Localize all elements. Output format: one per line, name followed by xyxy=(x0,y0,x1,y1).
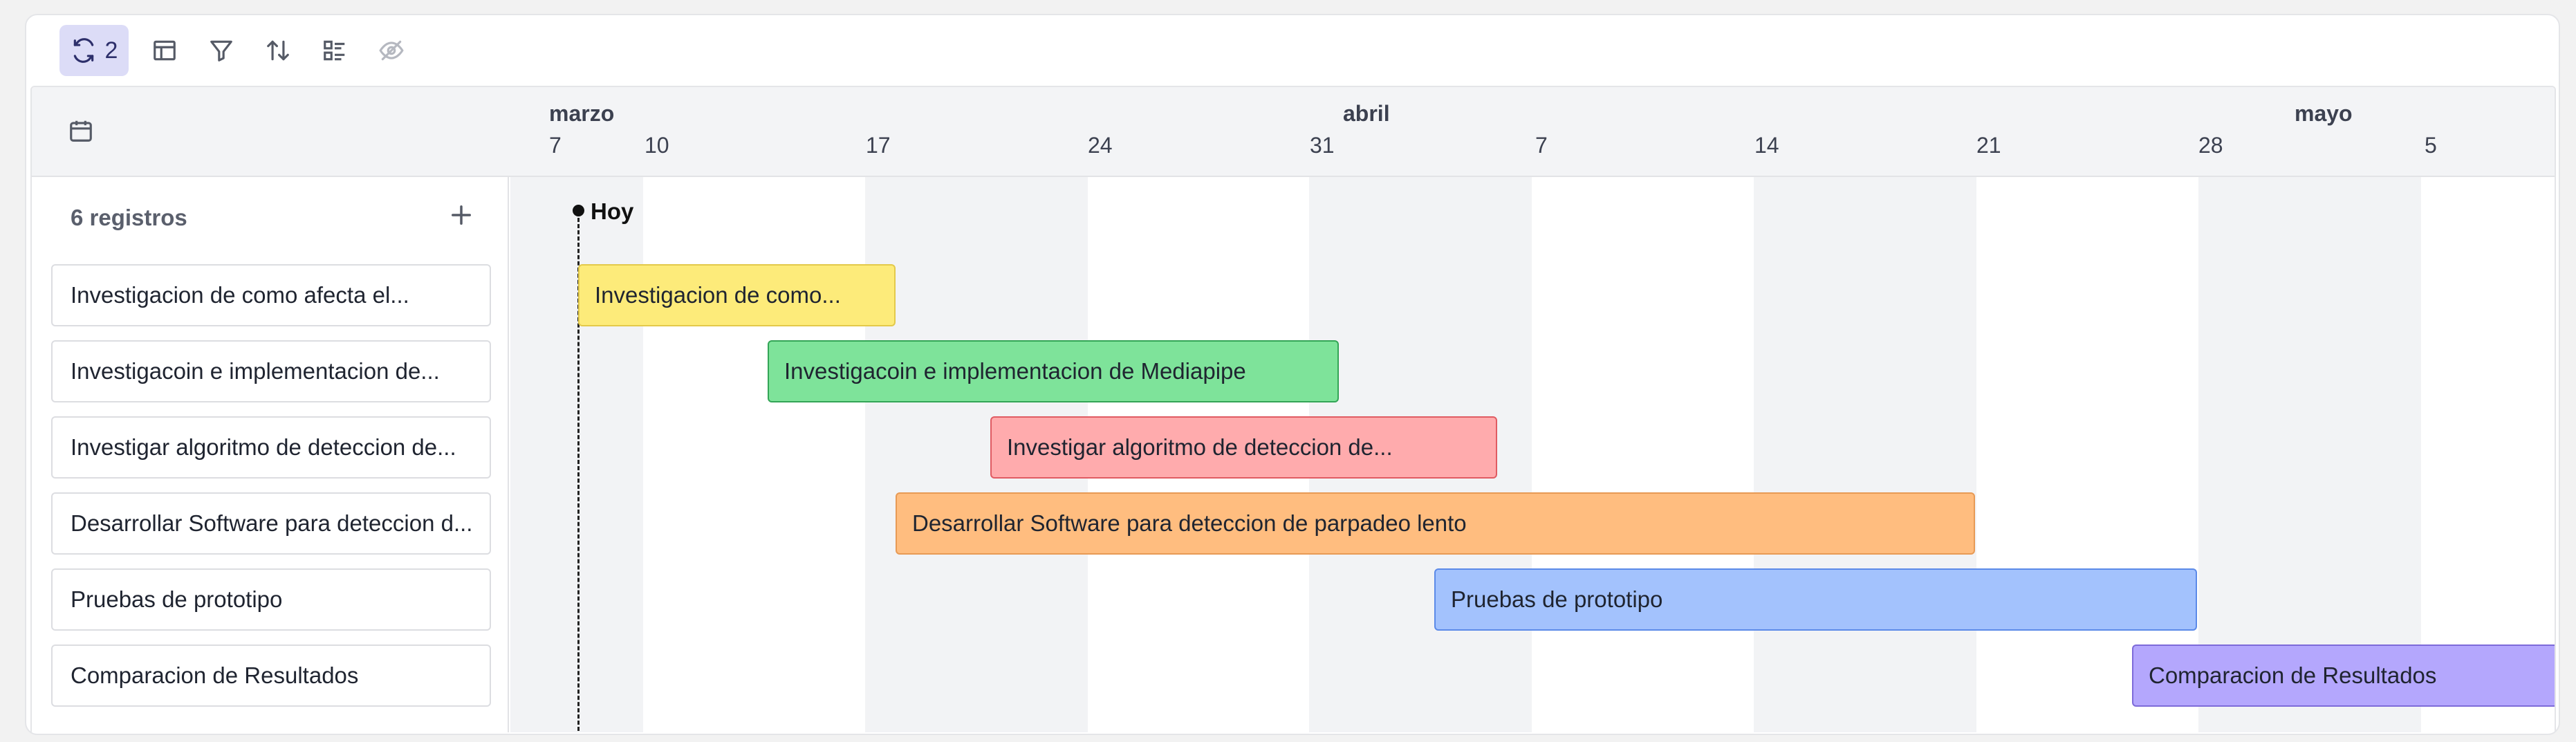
day-label: 7 xyxy=(1535,133,1548,158)
sync-button[interactable]: 2 xyxy=(59,25,129,76)
add-record-icon[interactable] xyxy=(447,201,476,230)
layout-button[interactable] xyxy=(142,25,187,76)
month-label: mayo xyxy=(2295,101,2353,126)
task-bar[interactable]: Investigacion de como... xyxy=(578,264,896,326)
day-label: 31 xyxy=(1310,133,1335,158)
day-label: 28 xyxy=(2198,133,2223,158)
day-label: 5 xyxy=(2425,133,2437,158)
filter-button[interactable] xyxy=(199,25,243,76)
today-label: Hoy xyxy=(591,198,634,224)
layout-icon xyxy=(154,40,176,61)
day-label: 7 xyxy=(549,133,562,158)
month-label: marzo xyxy=(549,101,615,126)
day-label: 17 xyxy=(866,133,891,158)
fields-icon xyxy=(324,40,345,61)
week-stripe xyxy=(510,177,643,732)
task-bar[interactable]: Comparacion de Resultados xyxy=(2132,644,2555,707)
record-count: 6 registros xyxy=(71,205,187,230)
record-row[interactable]: Desarrollar Software para deteccion d... xyxy=(51,492,491,555)
calendar-icon[interactable] xyxy=(68,118,94,144)
record-row[interactable]: Comparacion de Resultados xyxy=(51,644,491,707)
day-label: 21 xyxy=(1976,133,2001,158)
sync-count: 2 xyxy=(104,37,118,64)
toolbar: 2 xyxy=(26,15,2559,86)
gantt-view-card: 2 marzo abril mayo 7 10 17 24 31 7 14 21… xyxy=(25,14,2560,735)
record-row[interactable]: Investigacion de como afecta el... xyxy=(51,264,491,326)
month-label: abril xyxy=(1343,101,1390,126)
task-bar[interactable]: Investigar algoritmo de deteccion de... xyxy=(990,416,1497,479)
task-bar[interactable]: Investigacoin e implementacion de Mediap… xyxy=(768,340,1339,402)
records-panel: 6 registros Investigacion de como afecta… xyxy=(32,177,509,732)
day-label: 14 xyxy=(1754,133,1779,158)
day-label: 24 xyxy=(1088,133,1113,158)
sort-icon xyxy=(267,40,289,61)
sync-icon xyxy=(73,38,93,63)
today-marker-dot xyxy=(573,205,584,216)
filter-icon xyxy=(210,40,232,62)
gantt-chart: marzo abril mayo 7 10 17 24 31 7 14 21 2… xyxy=(30,86,2556,732)
task-bar[interactable]: Pruebas de prototipo xyxy=(1434,568,2197,631)
timeline-body: Hoy Investigacion de como... Investigaco… xyxy=(510,177,2555,732)
hide-fields-button[interactable] xyxy=(369,25,414,76)
week-stripe xyxy=(1754,177,1976,732)
task-bar[interactable]: Desarrollar Software para deteccion de p… xyxy=(896,492,1975,555)
sort-button[interactable] xyxy=(256,25,300,76)
day-label: 10 xyxy=(645,133,669,158)
record-row[interactable]: Investigacoin e implementacion de... xyxy=(51,340,491,402)
record-row[interactable]: Investigar algoritmo de deteccion de... xyxy=(51,416,491,479)
timeline-header: marzo abril mayo 7 10 17 24 31 7 14 21 2… xyxy=(32,87,2555,177)
record-row[interactable]: Pruebas de prototipo xyxy=(51,568,491,631)
hide-icon xyxy=(379,40,404,61)
fields-button[interactable] xyxy=(313,25,357,76)
